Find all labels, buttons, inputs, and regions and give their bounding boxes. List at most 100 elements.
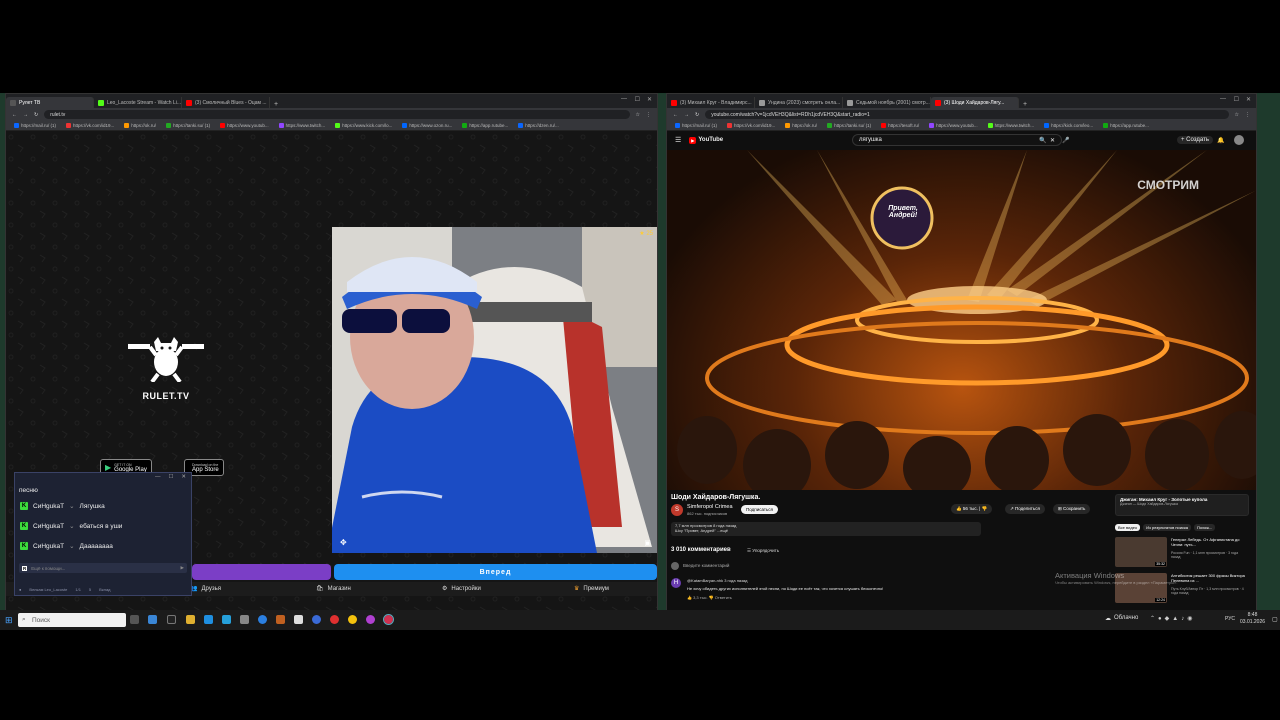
tab-kick[interactable]: Leo_Lacoste Stream - Watch Li... — [94, 97, 182, 108]
chat-username[interactable]: CиНgukaT — [33, 503, 64, 510]
bookmark-item[interactable]: https://mail.ru/ (1) — [675, 123, 717, 128]
bookmark-item[interactable]: https://ok.ru/ — [785, 123, 817, 128]
back-icon[interactable]: ← — [12, 112, 17, 118]
minimize-icon[interactable]: — — [1220, 96, 1226, 102]
chrome-icon[interactable] — [348, 615, 357, 624]
nav-shop[interactable]: 🛍 Магазин — [316, 585, 351, 593]
minimize-icon[interactable]: — — [155, 474, 161, 482]
webcam-video[interactable]: ★ 25 ✥ ▣ — [332, 227, 657, 553]
language-indicator[interactable]: РУС — [1225, 616, 1235, 622]
maximize-icon[interactable]: ☐ — [168, 474, 173, 482]
chat-username[interactable]: CиНgukaT — [33, 523, 64, 530]
bookmark-item[interactable]: https://tesoft.ru/ — [881, 123, 919, 128]
browser-tab[interactable]: Седьмой ноябрь (2001) смотр... — [843, 97, 931, 108]
taskbar-search-input[interactable]: ⌕ Поиск — [18, 613, 126, 627]
browser-tab[interactable]: Ундина (2023) смотреть онла... — [755, 97, 843, 108]
create-button[interactable]: + Создать — [1177, 136, 1213, 144]
chip-search[interactable]: Из результатов поиска — [1143, 524, 1192, 531]
tab-youtube[interactable]: (3) Смоличный Blues - Оцам ... — [182, 97, 270, 108]
system-tray-icons[interactable]: ⌃●◆▲♪◉ — [1150, 615, 1195, 622]
bookmark-item[interactable]: https://mail.ru/ (1) — [14, 123, 56, 128]
youtube-search-input[interactable]: лягушка ✕ — [852, 134, 1062, 146]
channel-name[interactable]: Simferopol Crimea — [687, 504, 733, 510]
chat-input[interactable]: R Ещё к помощи... ▶ — [19, 563, 187, 573]
add-comment-input[interactable]: Введите комментарий — [683, 563, 729, 568]
notification-icon[interactable]: ▢ — [1272, 616, 1278, 623]
channel-avatar[interactable]: S — [671, 504, 683, 516]
bookmark-item[interactable]: https://tanki.su/ (1) — [166, 123, 210, 128]
app-icon[interactable] — [330, 615, 339, 624]
new-tab-icon[interactable]: + — [1019, 101, 1031, 108]
save-button[interactable]: ⊞ Сохранить — [1053, 504, 1091, 514]
edge-icon[interactable] — [204, 615, 213, 624]
bookmark-item[interactable]: https://www.ozon.ru... — [402, 123, 452, 128]
url-field[interactable]: youtube.com/watch?v=1jcdVEH3Q&list=RDh1j… — [705, 110, 1229, 119]
tab-rulet[interactable]: Рулет ТВ — [6, 97, 94, 108]
bookmark-item[interactable]: https://kick.com/leo... — [1044, 123, 1093, 128]
mic-icon[interactable]: 🎤 — [1062, 137, 1069, 144]
bookmark-item[interactable]: https://app.rutube... — [462, 123, 508, 128]
youtube-logo[interactable]: ▶ YouTube — [689, 136, 723, 144]
star-icon[interactable]: ☆ — [1235, 112, 1239, 118]
telegram-icon[interactable] — [222, 615, 231, 624]
app-icon[interactable] — [312, 615, 321, 624]
reload-icon[interactable]: ↻ — [695, 112, 699, 118]
clear-search-icon[interactable]: ✕ — [1050, 137, 1055, 144]
close-icon[interactable]: ✕ — [647, 96, 652, 103]
bookmark-item[interactable]: https://www.youtub... — [220, 123, 269, 128]
youtube-video-player[interactable]: Привет, Андрей! СМОТРИМ — [667, 150, 1256, 490]
like-button[interactable]: 👍 56 тыс. | 👎 — [951, 504, 993, 514]
send-icon[interactable]: ▶ — [181, 565, 184, 571]
playlist-panel[interactable]: Джиган: Михаил Круг - Золотые купола Джи… — [1115, 494, 1249, 516]
back-icon[interactable]: ← — [673, 112, 678, 118]
app-icon[interactable] — [294, 615, 303, 624]
chip-similar[interactable]: Похож... — [1194, 524, 1216, 531]
weather-widget[interactable]: ☁ Облачно — [1105, 615, 1138, 622]
browser-tab[interactable]: (3) Михаил Круг - Владимирс... — [667, 97, 755, 108]
forward-icon[interactable]: → — [23, 112, 28, 118]
bookmark-item[interactable]: https://vk.com/id19... — [727, 123, 775, 128]
camera-icon[interactable]: ▣ — [644, 539, 651, 547]
windows-start-icon[interactable]: ⊞ — [5, 615, 13, 626]
file-explorer-icon[interactable] — [186, 615, 195, 624]
new-tab-icon[interactable]: + — [270, 101, 282, 108]
bookmark-item[interactable]: https://app.rutube... — [1103, 123, 1149, 128]
chrome-active-icon[interactable] — [383, 614, 394, 625]
description-box[interactable]: 7,7 млн просмотров 8 года назад Шоу "При… — [671, 522, 981, 536]
nav-settings[interactable]: ⚙ Настройки — [442, 585, 481, 593]
bookmark-item[interactable]: https://www.kick.com/lo... — [335, 123, 392, 128]
sort-comments-button[interactable]: ☰ Упорядочить — [747, 548, 779, 554]
app-icon[interactable] — [366, 615, 375, 624]
app-icon[interactable] — [167, 615, 176, 624]
minimize-icon[interactable]: — — [621, 96, 627, 102]
reload-icon[interactable]: ↻ — [34, 112, 38, 118]
bookmark-item[interactable]: https://ok.ru/ — [124, 123, 156, 128]
app-icon[interactable] — [258, 615, 267, 624]
reply-button[interactable]: Ответить — [715, 595, 732, 600]
avatar[interactable] — [1234, 135, 1244, 145]
url-field[interactable]: rulet.tv — [44, 110, 630, 119]
bookmark-item[interactable]: https://vk.com/id19... — [66, 123, 114, 128]
nav-premium[interactable]: ♛ Премиум — [574, 585, 609, 593]
hamburger-icon[interactable]: ☰ — [675, 136, 681, 144]
clock[interactable]: 8:48 03.01.2026 — [1240, 612, 1265, 626]
star-icon[interactable]: ☆ — [636, 112, 640, 118]
move-icon[interactable]: ✥ — [340, 538, 347, 547]
notifications-icon[interactable]: 🔔 — [1217, 137, 1224, 144]
browser-tab[interactable]: (3) Шоди Хайдаров-Лягу... — [931, 97, 1019, 108]
app-icon[interactable] — [276, 615, 285, 624]
nav-friends[interactable]: 👥 Друзья — [190, 585, 221, 593]
share-button[interactable]: ↗ Поделиться — [1005, 504, 1045, 514]
bookmark-item[interactable]: https://www.twitch... — [278, 123, 325, 128]
maximize-icon[interactable]: ☐ — [1234, 96, 1239, 103]
bookmark-item[interactable]: https://www.youtub... — [929, 123, 978, 128]
menu-icon[interactable]: ⋮ — [646, 112, 651, 118]
bookmark-item[interactable]: https://tanki.su/ (1) — [827, 123, 871, 128]
search-icon[interactable]: 🔍 — [1039, 137, 1046, 144]
chat-username[interactable]: CиНgukaT — [33, 543, 64, 550]
bookmark-item[interactable]: https://dzen.ru/... — [518, 123, 559, 128]
subscribe-button[interactable]: Подписаться — [741, 505, 778, 514]
forward-icon[interactable]: → — [684, 112, 689, 118]
close-icon[interactable]: ✕ — [1246, 96, 1251, 103]
bookmark-item[interactable]: https://www.twitch... — [987, 123, 1034, 128]
